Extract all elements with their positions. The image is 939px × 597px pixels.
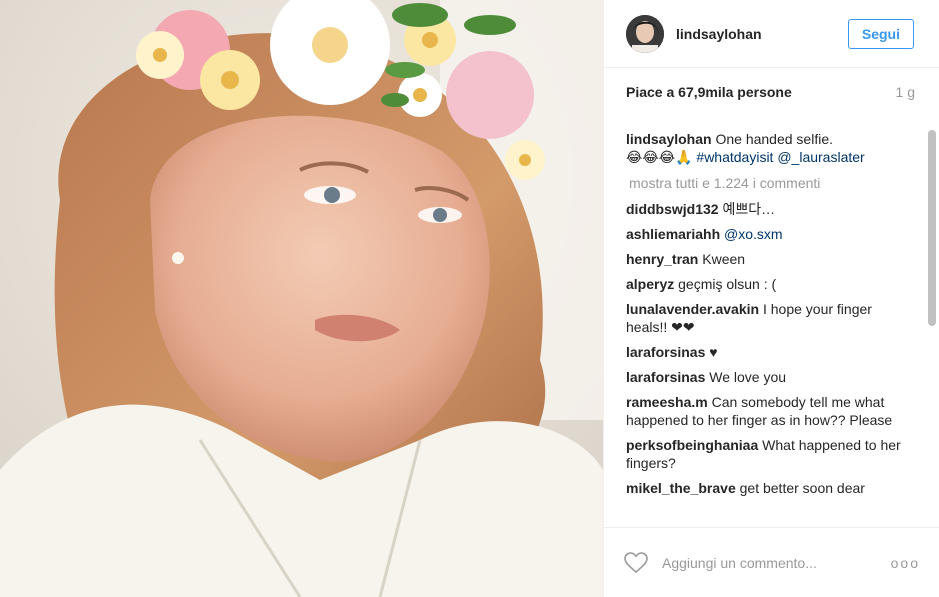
comment-text: Kween (702, 251, 746, 267)
selfie-photo-icon (0, 0, 603, 597)
post-photo[interactable] (0, 0, 603, 597)
comment-item: perksofbeinghaniaa What happened to her … (626, 436, 916, 472)
comment-item: rameesha.m Can somebody tell me what hap… (626, 393, 916, 429)
likes-row: Piace a 67,9mila persone 1 g (604, 68, 939, 116)
show-all-comments-link[interactable]: mostra tutti e 1.224 i commenti (629, 174, 916, 192)
comment-text: 예쁘다… (722, 201, 776, 217)
likes-count[interactable]: Piace a 67,9mila persone (626, 84, 792, 100)
comment-item: lunalavender.avakin I hope your finger h… (626, 300, 916, 336)
comment-username[interactable]: henry_tran (626, 251, 698, 267)
comment-item: ashliemariahh @xo.sxm (626, 225, 916, 243)
caption-mention[interactable]: @_lauraslater (777, 149, 864, 165)
post-time[interactable]: 1 g (896, 84, 915, 100)
more-options-button[interactable]: ooo (891, 555, 920, 571)
comment-username[interactable]: laraforsinas (626, 369, 705, 385)
comment-item: mikel_the_brave get better soon dear (626, 479, 916, 497)
add-comment-input[interactable] (660, 553, 891, 572)
comment-text[interactable]: @xo.sxm (724, 226, 783, 242)
comment-username[interactable]: alperyz (626, 276, 674, 292)
comment-item: diddbswjd132 예쁘다… (626, 200, 916, 218)
caption-text: One handed selfie. (715, 131, 833, 147)
post-viewer: lindsaylohan Segui Piace a 67,9mila pers… (0, 0, 939, 597)
avatar[interactable] (626, 14, 664, 53)
heart-outline-icon[interactable] (624, 551, 648, 574)
comment-username[interactable]: rameesha.m (626, 394, 708, 410)
comment-username[interactable]: laraforsinas (626, 344, 705, 360)
comment-username[interactable]: diddbswjd132 (626, 201, 719, 217)
comment-text: geçmiş olsun : ( (678, 276, 777, 292)
comment-text: ♥ (709, 344, 718, 360)
caption-username[interactable]: lindsaylohan (626, 131, 712, 147)
comment-username[interactable]: lunalavender.avakin (626, 301, 759, 317)
comment-footer: ooo (604, 527, 939, 597)
scrollbar-thumb[interactable] (928, 130, 936, 326)
comment-username[interactable]: perksofbeinghaniaa (626, 437, 758, 453)
comment-item: laraforsinas ♥ (626, 343, 916, 361)
comment-item: alperyz geçmiş olsun : ( (626, 275, 916, 293)
caption: lindsaylohan One handed selfie. 😂😂😂🙏 #wh… (626, 130, 916, 166)
post-header: lindsaylohan Segui (604, 0, 939, 68)
comment-item: laraforsinas We love you (626, 368, 916, 386)
comment-username[interactable]: ashliemariahh (626, 226, 720, 242)
username[interactable]: lindsaylohan (676, 26, 848, 42)
caption-hashtag[interactable]: #whatdayisit (696, 149, 773, 165)
comment-text: We love you (709, 369, 787, 385)
comment-text: get better soon dear (739, 480, 865, 496)
caption-emoji: 😂😂😂🙏 (626, 149, 693, 165)
post-sidebar: lindsaylohan Segui Piace a 67,9mila pers… (603, 0, 939, 597)
follow-button[interactable]: Segui (847, 18, 914, 49)
comments-list[interactable]: lindsaylohan One handed selfie. 😂😂😂🙏 #wh… (626, 130, 916, 526)
comments-scrollbar[interactable] (928, 130, 936, 526)
comment-username[interactable]: mikel_the_brave (626, 480, 736, 496)
avatar-icon (626, 14, 664, 53)
comment-item: henry_tran Kween (626, 250, 916, 268)
